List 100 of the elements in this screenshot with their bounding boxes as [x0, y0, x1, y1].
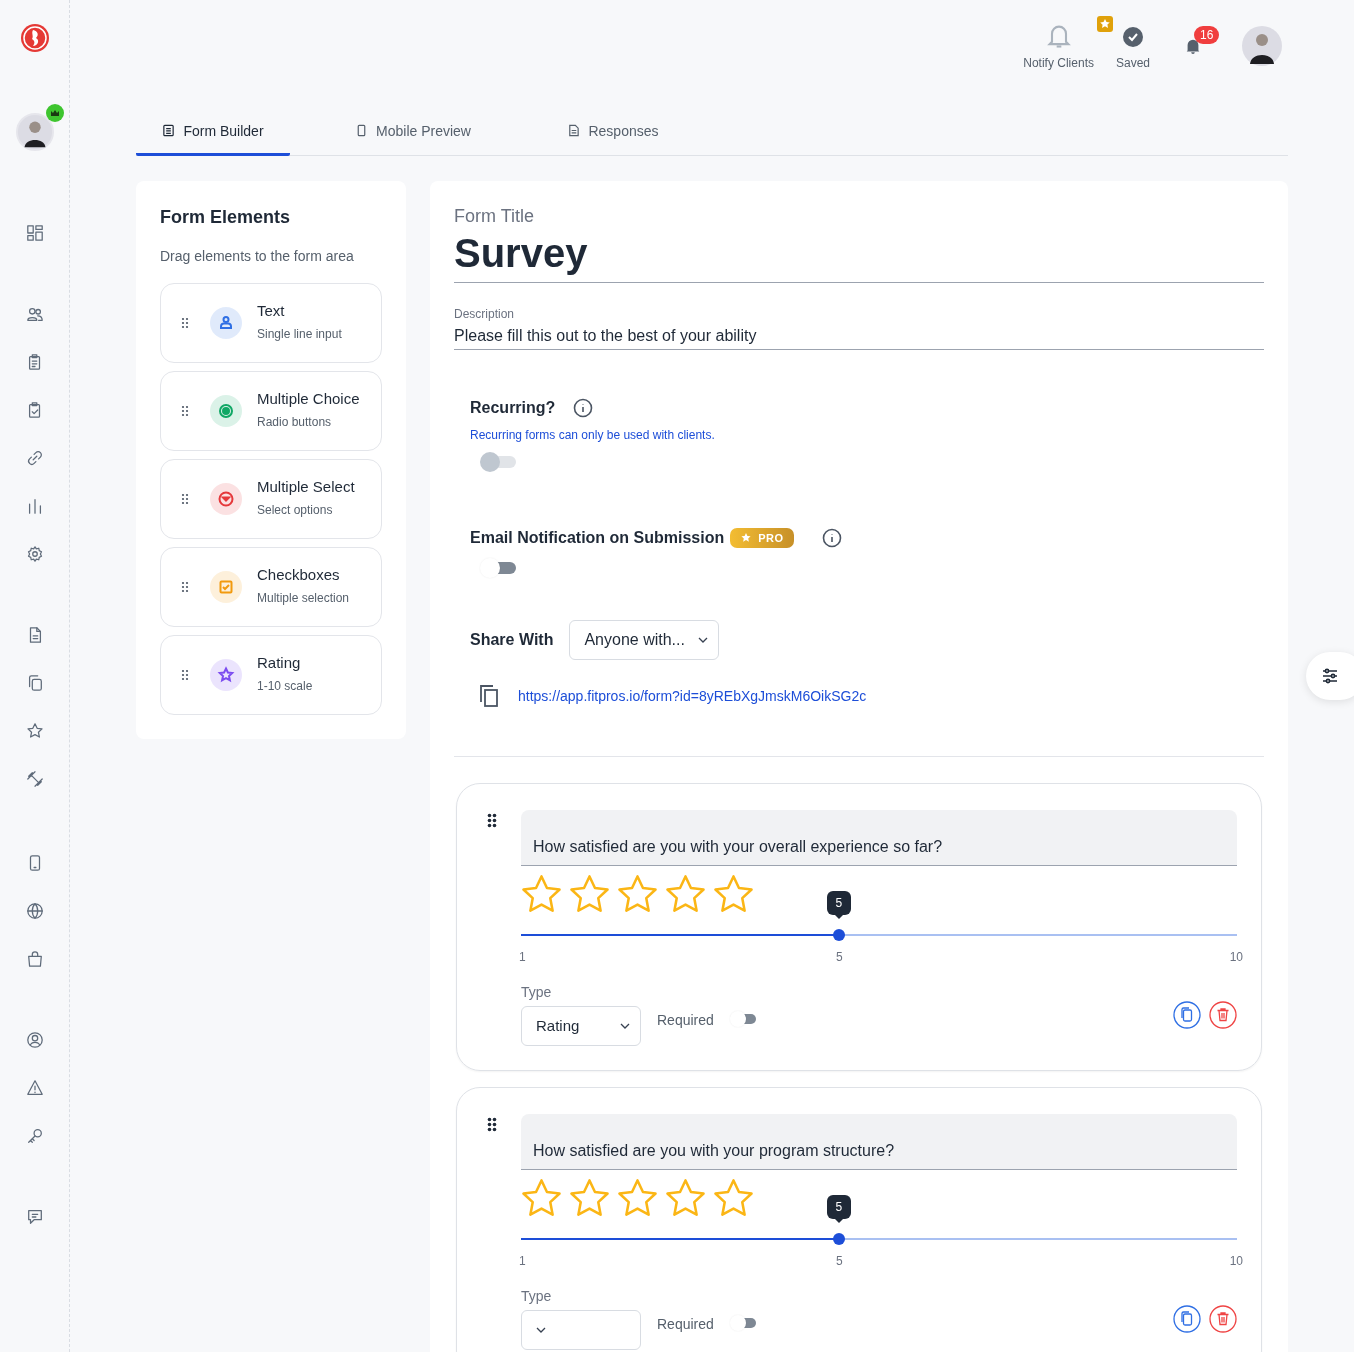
- recurring-label: Recurring?: [470, 398, 556, 417]
- star-icon[interactable]: [569, 1177, 610, 1218]
- scale-label: 1: [519, 1253, 526, 1268]
- duplicate-icon[interactable]: [1173, 1000, 1201, 1029]
- sliders-icon: [1320, 666, 1340, 686]
- notify-clients-label[interactable]: Notify Clients: [1023, 56, 1094, 70]
- element-description: Radio buttons: [257, 414, 333, 429]
- element-label: Rating: [257, 653, 302, 671]
- element-description: 1-10 scale: [257, 678, 313, 693]
- link-icon[interactable]: [25, 449, 44, 467]
- panel-subtitle: Drag elements to the form area: [160, 247, 355, 264]
- drag-handle-icon[interactable]: [181, 404, 189, 417]
- user-avatar[interactable]: [15, 113, 54, 151]
- star-icon[interactable]: [569, 873, 610, 914]
- star-icon[interactable]: [617, 873, 658, 914]
- star-icon[interactable]: [713, 1177, 754, 1218]
- chat-icon[interactable]: [25, 1208, 44, 1226]
- crown-icon: [45, 104, 64, 122]
- star-icon[interactable]: [521, 1177, 562, 1218]
- user-circle-icon[interactable]: [25, 1031, 44, 1049]
- delete-icon[interactable]: [1209, 1304, 1237, 1333]
- type-label: Type: [521, 1287, 553, 1304]
- element-card[interactable]: Text Single line input: [160, 282, 382, 363]
- profile-avatar[interactable]: [1242, 26, 1282, 66]
- globe-icon[interactable]: [25, 902, 44, 920]
- drag-handle-icon[interactable]: [487, 1116, 497, 1132]
- star-icon[interactable]: [617, 1177, 658, 1218]
- scale-label: 1: [519, 949, 526, 964]
- star-icon[interactable]: [665, 1177, 706, 1218]
- required-toggle[interactable]: [729, 1315, 756, 1332]
- email-notification-toggle[interactable]: [480, 559, 516, 576]
- notification-count: 16: [1194, 26, 1220, 44]
- chevron-down-icon: [698, 636, 709, 643]
- star-badge-icon: [1096, 16, 1113, 32]
- element-card[interactable]: Checkboxes Multiple selection: [160, 546, 382, 627]
- recurring-toggle[interactable]: [480, 453, 516, 470]
- saved-status: Saved: [1115, 56, 1150, 70]
- tab[interactable]: Responses: [536, 108, 690, 156]
- type-label: Type: [521, 983, 553, 1000]
- star-icon[interactable]: [665, 873, 706, 914]
- required-toggle[interactable]: [729, 1011, 756, 1028]
- copy-icon[interactable]: [478, 683, 500, 708]
- element-description: Multiple selection: [257, 590, 350, 605]
- element-card[interactable]: Multiple Select Select options: [160, 458, 382, 539]
- slider-thumb[interactable]: [832, 1232, 845, 1245]
- scale-label: 10: [1229, 949, 1243, 964]
- scale-label: 5: [835, 949, 843, 964]
- key-icon[interactable]: [25, 1127, 44, 1145]
- question-field[interactable]: How satisfied are you with your overall experience so far?: [521, 809, 1237, 866]
- element-label: Multiple Select: [257, 477, 355, 495]
- type-select[interactable]: Rating: [521, 1005, 641, 1046]
- star-rating[interactable]: [521, 1177, 754, 1218]
- bag-icon[interactable]: [25, 950, 44, 968]
- star-rating[interactable]: [521, 873, 754, 914]
- drag-handle-icon[interactable]: [181, 668, 189, 681]
- tab[interactable]: Form Builder: [136, 108, 290, 156]
- settings-icon[interactable]: [25, 545, 44, 563]
- description-label: Description: [454, 306, 516, 321]
- warning-icon[interactable]: [25, 1079, 44, 1097]
- dashboard-icon[interactable]: [25, 224, 44, 242]
- share-with-select[interactable]: Anyone with...: [569, 619, 720, 660]
- info-icon[interactable]: [821, 527, 842, 548]
- tab[interactable]: Mobile Preview: [336, 108, 490, 156]
- element-card[interactable]: Rating 1-10 scale: [160, 634, 382, 715]
- element-label: Text: [257, 301, 286, 319]
- question-field[interactable]: How satisfied are you with your program structure?: [521, 1113, 1237, 1170]
- slider-thumb[interactable]: [832, 928, 845, 941]
- element-description: Single line input: [257, 326, 342, 341]
- duplicate-icon[interactable]: [1173, 1304, 1201, 1333]
- filter-settings-button[interactable]: [1306, 652, 1354, 700]
- description-field[interactable]: Please fill this out to the best of your ability: [454, 326, 1264, 345]
- scale-label: 5: [835, 1253, 843, 1268]
- drag-handle-icon[interactable]: [181, 316, 189, 329]
- required-label: Required: [657, 1011, 714, 1028]
- star-icon[interactable]: [713, 873, 754, 914]
- logo-icon[interactable]: [19, 23, 50, 53]
- drag-handle-icon[interactable]: [181, 492, 189, 505]
- delete-icon[interactable]: [1209, 1000, 1237, 1029]
- recurring-note: Recurring forms can only be used with clients.: [470, 427, 716, 442]
- star-icon[interactable]: [25, 722, 44, 740]
- document-icon: [162, 124, 176, 137]
- element-description: Select options: [257, 502, 334, 517]
- chevron-down-icon: [536, 1326, 546, 1333]
- document-icon: [567, 124, 581, 137]
- share-link[interactable]: https://app.fitpros.io/form?id=8yREbXgJmskM6OikSG2c: [518, 687, 867, 704]
- pro-label: PRO: [758, 531, 784, 544]
- element-label: Multiple Choice: [257, 389, 360, 407]
- share-with-label: Share With: [470, 630, 554, 649]
- email-notification-label: Email Notification on Submission: [470, 528, 725, 547]
- drag-handle-icon[interactable]: [487, 812, 497, 828]
- info-icon[interactable]: [573, 397, 594, 418]
- form-title-field[interactable]: Survey: [454, 230, 1264, 276]
- star-icon[interactable]: [521, 873, 562, 914]
- form-title-label: Form Title: [454, 205, 535, 227]
- scale-label: 10: [1229, 1253, 1243, 1268]
- star-icon: [740, 531, 753, 544]
- dumbbell-icon[interactable]: [25, 770, 44, 788]
- users-icon[interactable]: [25, 305, 44, 323]
- drag-handle-icon[interactable]: [181, 580, 189, 593]
- element-card[interactable]: Multiple Choice Radio buttons: [160, 370, 382, 451]
